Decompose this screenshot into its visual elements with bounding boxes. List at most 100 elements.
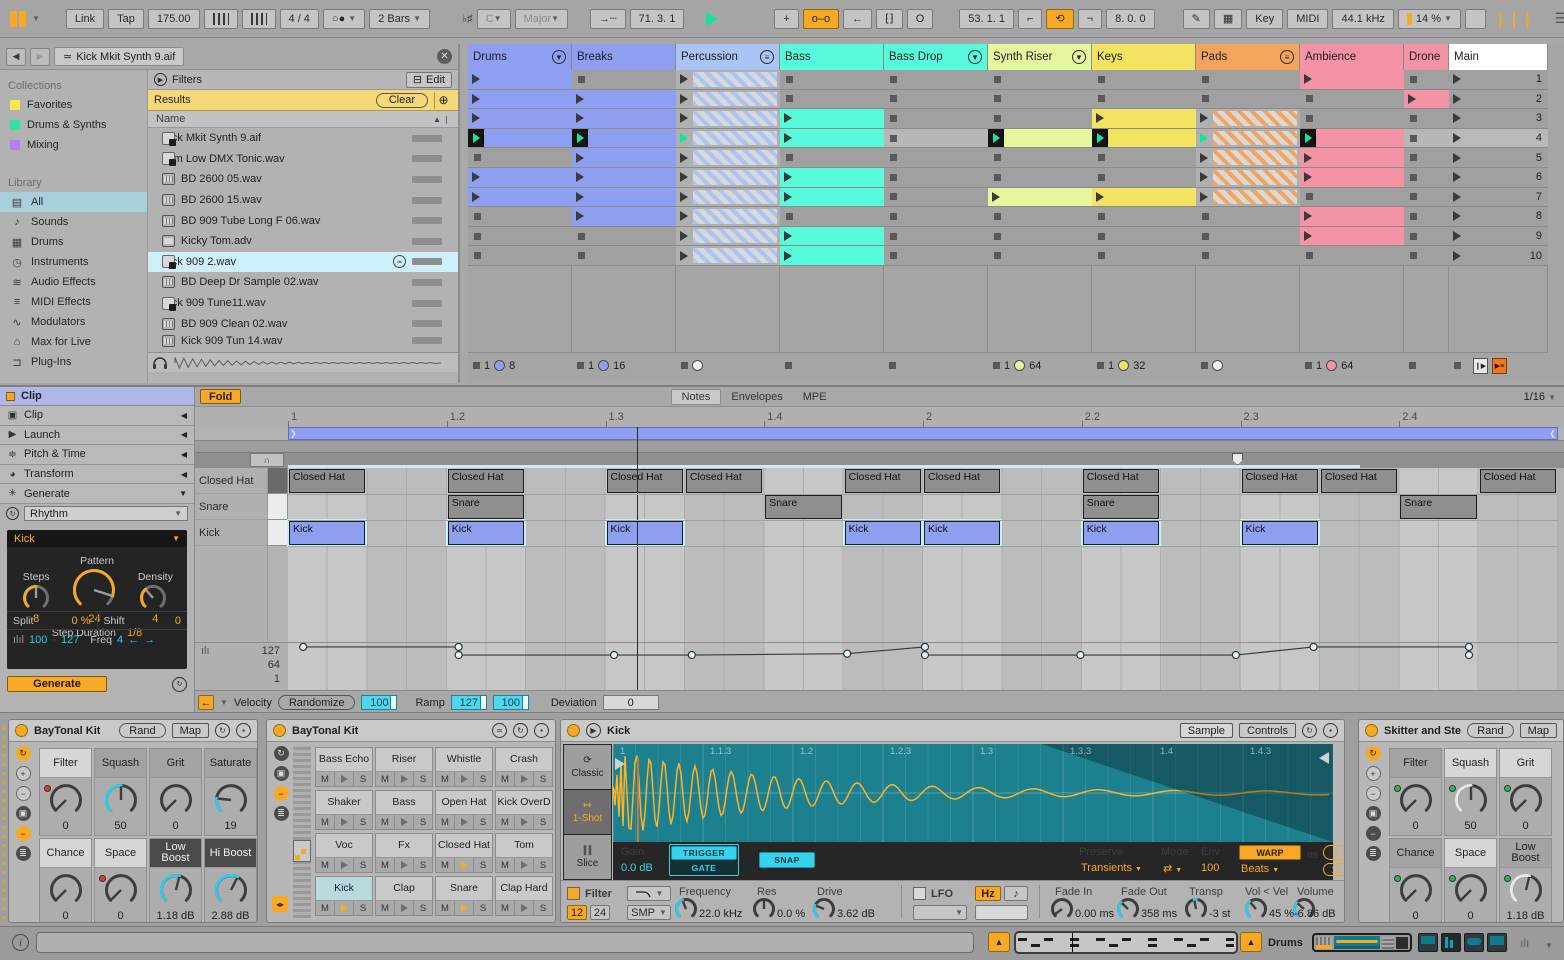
clip-slot[interactable] [988,109,1092,129]
generator-refresh-icon[interactable]: ↻ [6,507,19,521]
clip-stop-icon[interactable] [890,154,897,162]
clip-stop-icon[interactable] [994,252,1001,260]
clip-stop-icon[interactable] [1098,173,1105,181]
clip-slot[interactable] [988,207,1092,227]
pad-play-button[interactable] [515,815,534,829]
new-button[interactable]: + [774,8,799,29]
macro-value[interactable]: 50 [1445,820,1496,832]
file-row[interactable]: Kick 909 2.wav ≃ [148,251,458,273]
clip-slot[interactable] [1196,187,1300,208]
clip-slot[interactable] [572,187,676,208]
clip-stop-icon[interactable] [890,252,897,260]
clip-slot[interactable] [884,70,988,90]
clip-launch-icon[interactable] [472,113,480,124]
clip-launch-icon[interactable] [576,93,584,104]
clip-stop-icon[interactable] [994,75,1001,83]
velocity-lane-icon[interactable]: ılı [201,645,210,657]
clip-slot[interactable] [1196,128,1300,149]
device-title[interactable]: BayTonal Kit [34,725,100,737]
browser-forward-button[interactable]: ▶ [30,47,50,66]
pad-mute-button[interactable]: M [316,815,335,829]
clip-stop-icon[interactable] [994,232,1001,240]
clip-stop-icon[interactable] [1202,232,1209,240]
lane-collapse-button[interactable]: ← [198,695,214,710]
split-value[interactable]: 0 % [72,615,91,627]
pad-name[interactable]: Fx [376,834,432,858]
midi-note[interactable]: Kick [289,521,366,545]
clip-slot[interactable] [884,168,988,188]
clip-slot[interactable] [676,187,780,208]
mode-slice[interactable]: ∥∥ Slice [564,835,611,879]
clip-slot[interactable] [1092,148,1196,168]
clip-stop-icon[interactable] [474,212,481,220]
show-device-view-button[interactable]: ▲ [1240,932,1262,952]
midi-note[interactable]: Closed Hat [606,469,683,493]
trigger-button[interactable]: TRIGGER [671,846,737,860]
tab-mpe[interactable]: MPE [793,389,837,405]
show-clip-view-button[interactable]: ▲ [988,932,1010,952]
fold-key[interactable] [268,468,288,494]
clip-slot[interactable] [468,128,572,149]
clip-stop-icon[interactable] [890,114,897,122]
clip-launch-icon[interactable] [680,250,688,261]
macro-value[interactable]: 1.18 dB [150,910,201,922]
drum-pad-open-hat[interactable]: Open Hat M S [435,790,493,830]
clip-stop-icon[interactable] [1410,173,1417,181]
scene-slot[interactable]: 5 [1449,148,1548,168]
filter-drive-menu[interactable]: SMP ▼ [627,905,671,920]
warp-half-button[interactable]: :2 [1323,863,1344,876]
file-row[interactable]: Kick 909 Tun 14.wav [148,334,458,348]
clip-slot[interactable] [988,70,1092,90]
clip-slot[interactable] [988,246,1092,266]
macro-knob[interactable] [1453,782,1489,818]
link-button[interactable]: Link [65,8,105,29]
pad-solo-button[interactable]: S [414,772,432,786]
track-stop-button[interactable] [1201,362,1208,369]
frequency-knob[interactable] [673,896,699,922]
clip-stop-icon[interactable] [890,75,897,83]
pad-solo-button[interactable]: S [534,858,552,872]
mode-1-shot[interactable]: ↦ 1-Shot [564,790,611,834]
scene-launch-icon[interactable] [1453,152,1461,163]
clip-slot[interactable] [1404,70,1449,90]
pad-play-button[interactable] [455,901,474,915]
scene-launch-icon[interactable] [1453,172,1461,183]
clip-slot[interactable] [1300,226,1404,247]
generator-target-menu[interactable]: Kick ▼ [7,530,187,547]
env-value[interactable]: 100 [1201,862,1219,874]
clip-launch-icon[interactable] [1304,152,1312,163]
file-row[interactable]: Kick 909 Tune11.wav [148,293,458,314]
clip-slot[interactable] [1196,207,1300,227]
clip-launch-icon[interactable] [1304,211,1312,222]
clip-stop-icon[interactable] [1098,75,1105,83]
clip-stop-icon[interactable] [890,232,897,240]
clip-stop-icon[interactable] [994,173,1001,181]
clip-launch-icon[interactable] [576,152,584,163]
midi-note[interactable]: Closed Hat [844,469,921,493]
clip-slot[interactable] [468,187,572,208]
pad-name[interactable]: Clap [376,877,432,901]
scene-slot[interactable]: 9 [1449,226,1548,247]
chain-list-icon[interactable]: ≣ [1365,846,1381,861]
track-header-breaks[interactable]: Breaks [572,44,676,70]
snapshot-icon[interactable]: ▣ [1365,806,1381,821]
drum-pad-voc[interactable]: Voc M S [315,833,373,873]
info-icon[interactable]: i [12,934,29,951]
clip-stop-icon[interactable] [1410,212,1417,220]
sort-ascending-icon[interactable]: ▲ ❘ [433,115,450,124]
drum-pad-bass[interactable]: Bass M S [375,790,433,830]
pad-mute-button[interactable]: M [376,858,395,872]
clip-slot[interactable] [1300,109,1404,129]
density-knob[interactable] [138,583,173,613]
shift-value[interactable]: 0 [175,615,181,627]
clip-stop-icon[interactable] [578,252,585,260]
playing-clip-launch[interactable] [1300,128,1316,148]
pad-solo-button[interactable]: S [414,815,432,829]
clip-launch-icon[interactable] [784,172,792,183]
scene-slot[interactable]: 2 [1449,89,1548,110]
nudge-down-button[interactable] [203,8,238,29]
clip-launch-icon[interactable] [680,231,688,242]
tab-controls[interactable]: Controls [1239,723,1296,738]
macro-knob[interactable] [1508,782,1544,818]
drum-pad-snare[interactable]: Snare M S [435,876,493,916]
